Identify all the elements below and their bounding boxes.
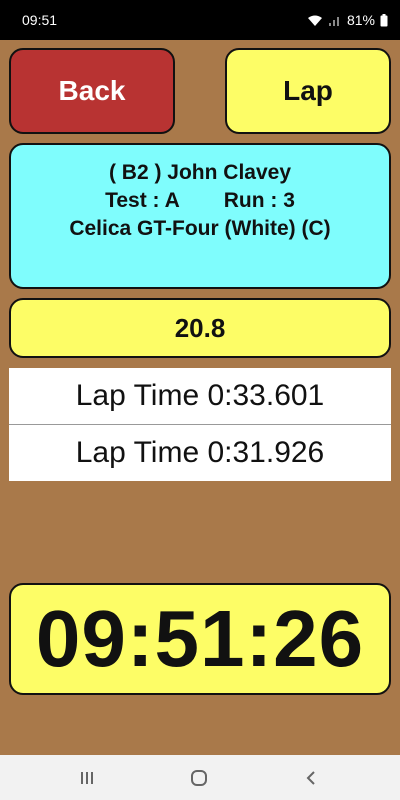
lap-time-row[interactable]: Lap Time 0:31.926 bbox=[9, 424, 391, 481]
home-icon[interactable] bbox=[184, 765, 214, 791]
navigation-bar bbox=[0, 755, 400, 800]
status-time: 09:51 bbox=[22, 12, 58, 28]
wifi-icon bbox=[307, 14, 323, 27]
battery-icon bbox=[380, 13, 388, 27]
lap-button[interactable]: Lap bbox=[225, 48, 391, 134]
back-button[interactable]: Back bbox=[9, 48, 175, 134]
test-run-line: Test : A Run : 3 bbox=[11, 187, 389, 215]
run-label: Run : 3 bbox=[223, 189, 295, 212]
speed-readout: 20.8 bbox=[9, 298, 391, 358]
battery-text: 81% bbox=[346, 12, 375, 28]
signal-icon bbox=[328, 14, 342, 27]
car-description: Celica GT-Four (White) (C) bbox=[69, 217, 331, 240]
lap-time-row[interactable]: Lap Time 0:33.601 bbox=[9, 368, 391, 424]
driver-name: ( B2 ) John Clavey bbox=[108, 161, 292, 184]
recents-icon[interactable] bbox=[72, 765, 102, 791]
status-icons: 81% bbox=[307, 12, 388, 28]
back-chevron-icon[interactable] bbox=[296, 765, 326, 791]
driver-info-panel: ( B2 ) John Clavey Test : A Run : 3 Celic… bbox=[9, 143, 391, 289]
lap-time-list: Lap Time 0:33.601 Lap Time 0:31.926 bbox=[9, 368, 391, 481]
clock-display: 09:51:26 bbox=[9, 583, 391, 695]
status-bar: 09:51 81% bbox=[0, 0, 400, 40]
test-label: Test : A bbox=[105, 189, 180, 212]
